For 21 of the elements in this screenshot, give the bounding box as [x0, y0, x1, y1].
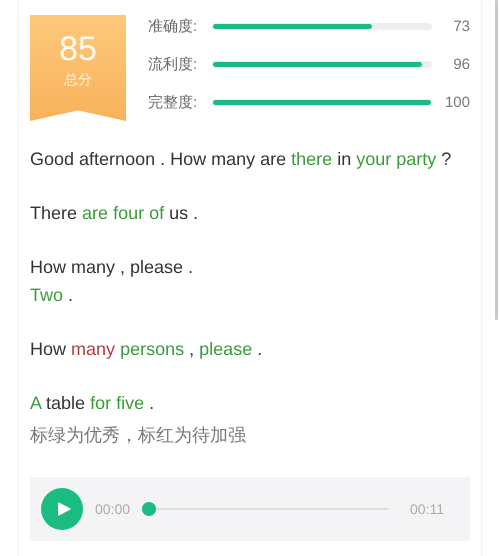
- sentence: There are four of us .: [30, 202, 200, 225]
- progress-handle[interactable]: [142, 502, 156, 516]
- metric-label: 流利度:: [148, 54, 198, 74]
- total-score-label: 总分: [64, 71, 92, 89]
- metric-value: 96: [452, 56, 470, 72]
- metric-value: 100: [444, 94, 470, 110]
- total-time: 00:11: [410, 501, 444, 517]
- sentence: Two .: [30, 284, 74, 307]
- metric-value: 73: [452, 18, 470, 34]
- total-score: 85: [59, 29, 97, 69]
- sentence: How many persons , please .: [30, 338, 264, 361]
- play-button[interactable]: [41, 488, 83, 530]
- sentence: Good afternoon . How many are there in your party ?: [30, 148, 452, 171]
- sentence: A table for five .: [30, 392, 156, 415]
- scrollbar[interactable]: [495, 0, 498, 320]
- metric-label: 完整度:: [148, 92, 198, 112]
- sentence: How many , please .: [30, 256, 194, 279]
- play-icon: [56, 501, 70, 517]
- color-legend-hint: 标绿为优秀，标红为待加强: [30, 424, 247, 447]
- metric-label: 准确度:: [148, 16, 198, 36]
- current-time: 00:00: [95, 501, 130, 517]
